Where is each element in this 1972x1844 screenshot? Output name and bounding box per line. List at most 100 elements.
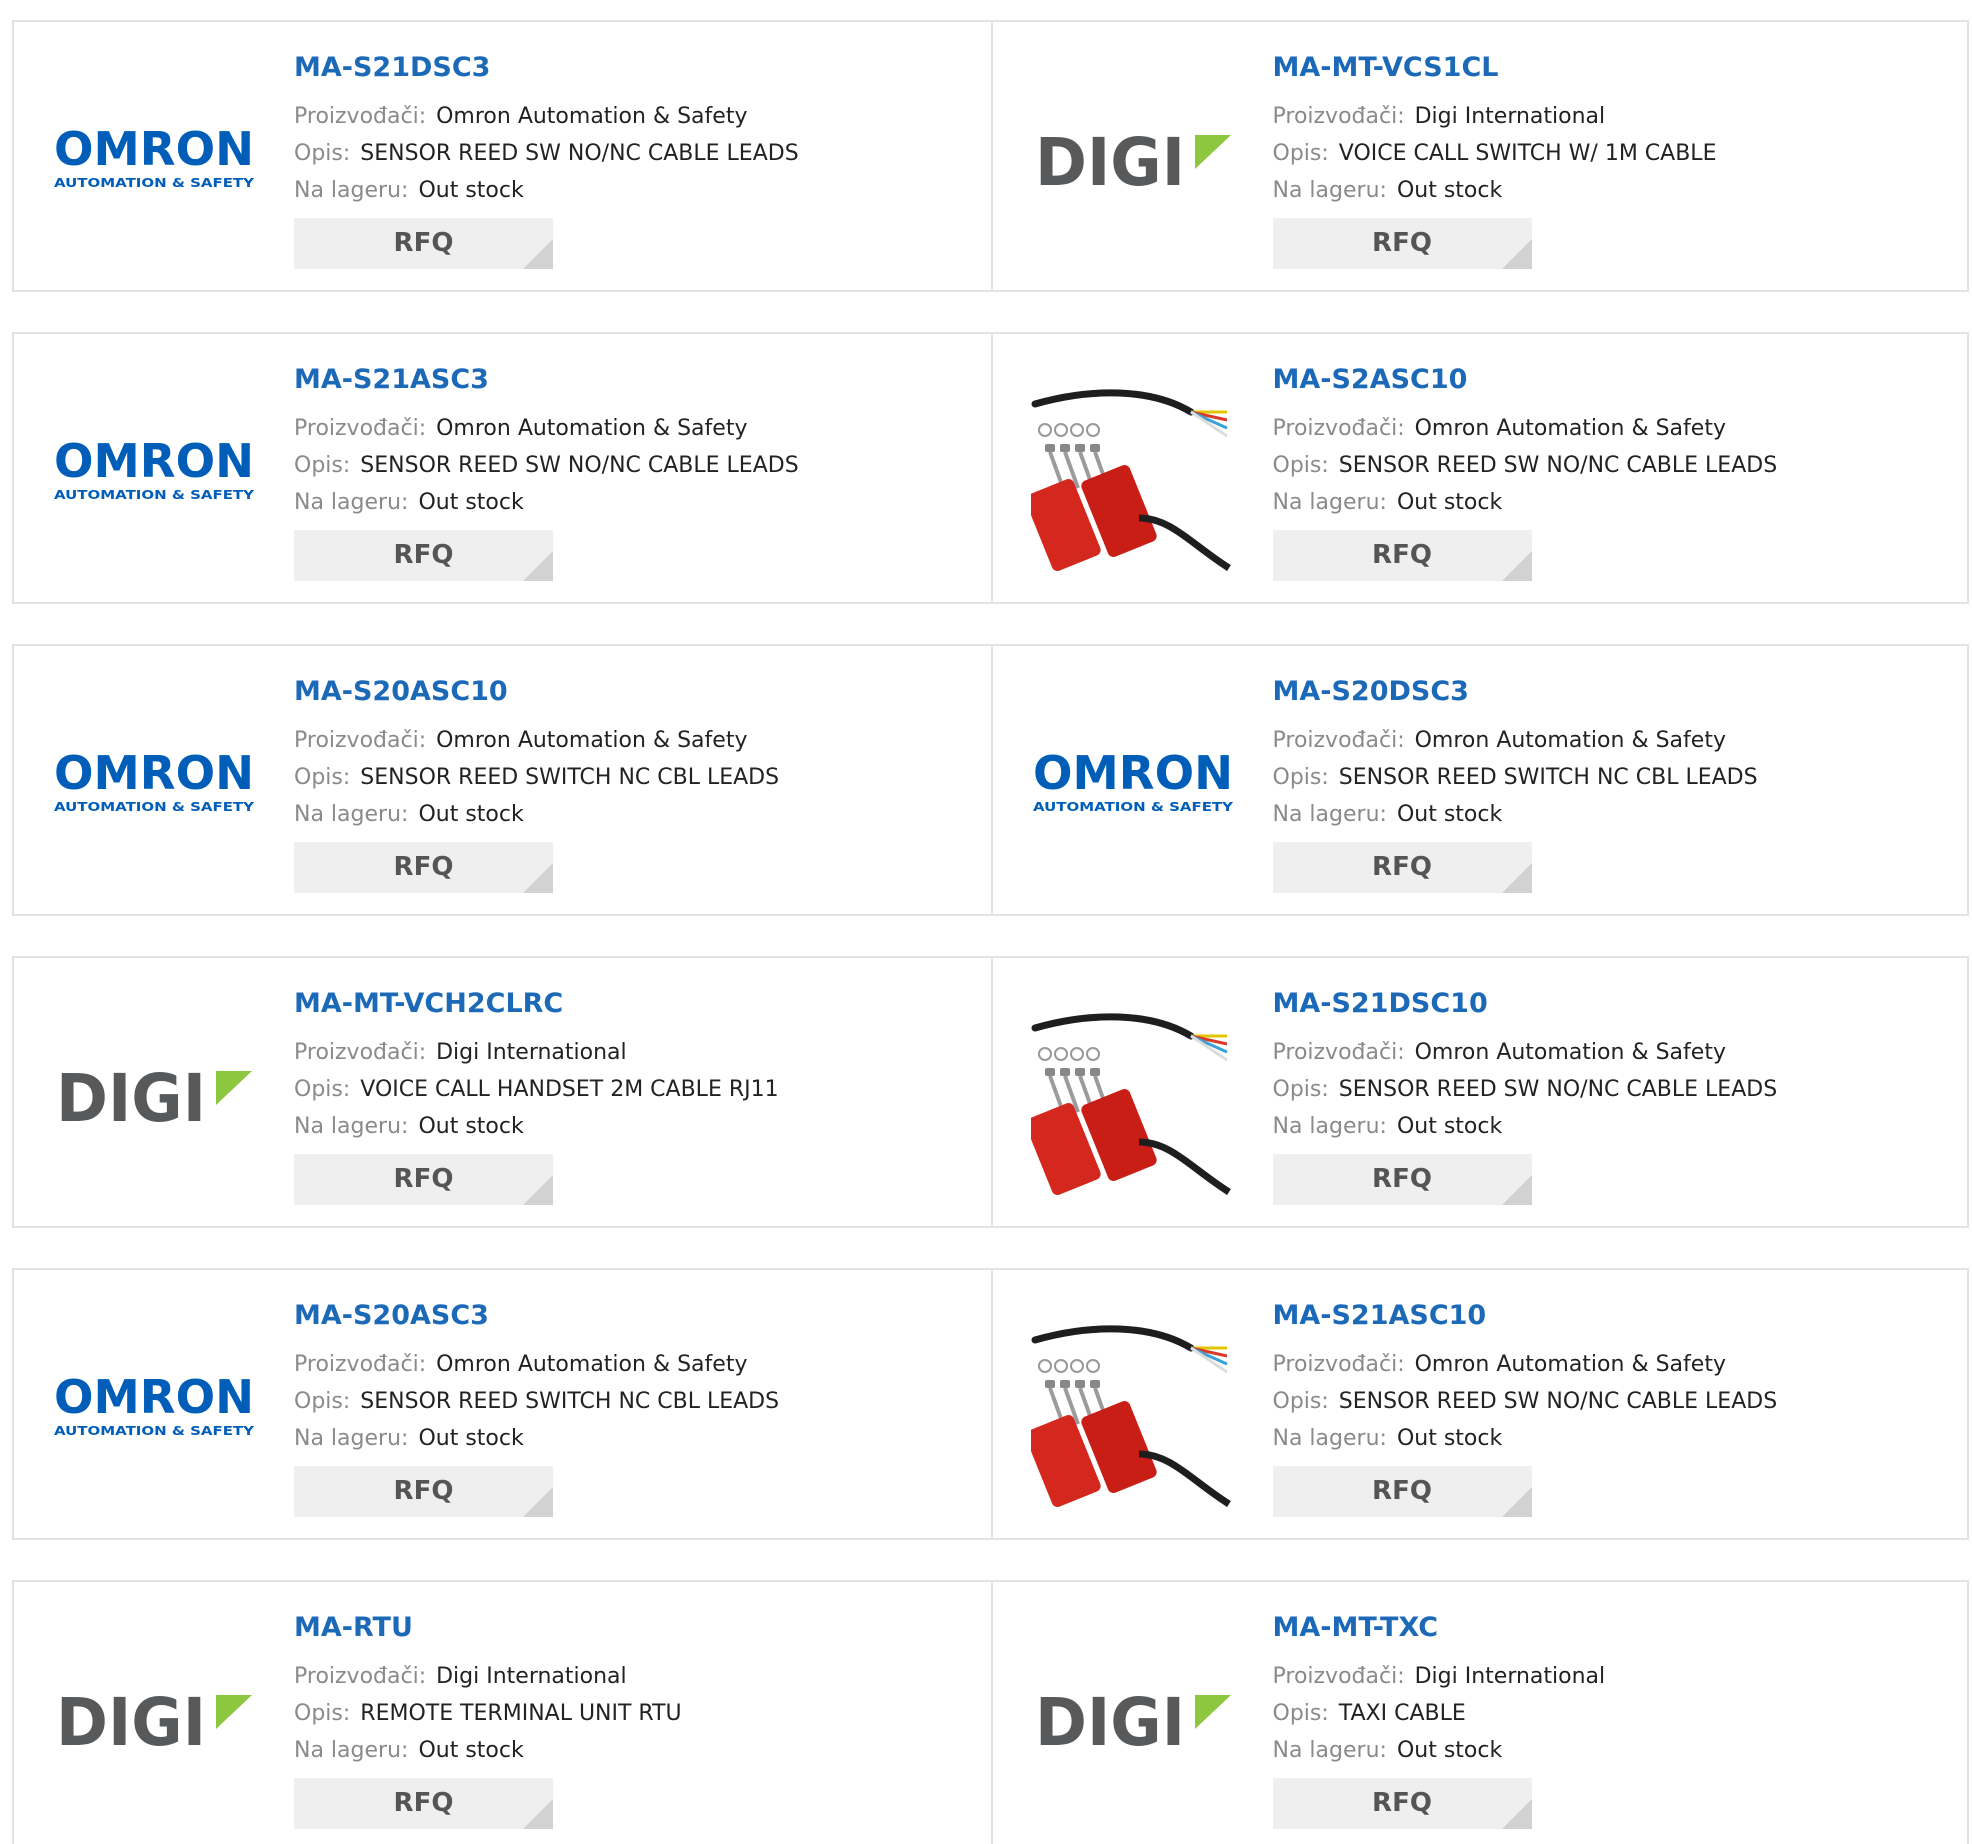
omron-logo[interactable]: OMRON AUTOMATION & SAFETY [1031,680,1235,884]
corner-triangle-icon [1501,551,1532,581]
omron-logo[interactable]: OMRON AUTOMATION & SAFETY [52,56,256,260]
product-card: MA-S2ASC10 Proizvođači: Omron Automation … [990,334,1968,602]
rfq-button[interactable]: RFQ [294,218,553,269]
product-info: MA-S20DSC3 Proizvođači: Omron Automation … [1272,674,1758,893]
product-info: MA-MT-VCH2CLRC Proizvođači: Digi Internat… [294,986,779,1205]
manufacturer-label: Proizvođači: [294,416,427,441]
part-number-link[interactable]: MA-S21ASC10 [1273,1298,1778,1346]
description-value: SENSOR REED SW NO/NC CABLE LEADS [1338,453,1778,478]
product-card: OMRON AUTOMATION & SAFETY MA-S20ASC3 Proi… [14,1270,991,1538]
rfq-button[interactable]: RFQ [294,530,553,581]
svg-text:AUTOMATION & SAFETY: AUTOMATION & SAFETY [54,176,254,190]
digi-logo[interactable]: DIGI [52,992,256,1196]
description-value: SENSOR REED SW NO/NC CABLE LEADS [1338,1389,1778,1414]
product-card: DIGI MA-MT-TXC Proizvođači: Digi Internat… [990,1582,1968,1844]
svg-text:OMRON: OMRON [54,123,254,176]
part-number-link[interactable]: MA-MT-TXC [1273,1610,1606,1658]
rfq-button[interactable]: RFQ [1272,1778,1532,1829]
part-number-link[interactable]: MA-S20ASC3 [294,1298,779,1346]
manufacturer-value: Digi International [1414,1664,1606,1689]
rfq-button[interactable]: RFQ [294,842,553,893]
manufacturer-label: Proizvođači: [1272,1352,1405,1377]
stock-label: Na lageru: [1272,1114,1387,1139]
omron-logo[interactable]: OMRON AUTOMATION & SAFETY [52,368,256,572]
product-card: OMRON AUTOMATION & SAFETY MA-S21DSC3 Proi… [14,22,991,290]
corner-triangle-icon [523,1799,553,1829]
part-number-link[interactable]: MA-S20ASC10 [294,674,779,722]
rfq-button[interactable]: RFQ [1272,530,1532,581]
digi-logo[interactable]: DIGI [1031,56,1235,260]
rfq-button[interactable]: RFQ [1272,842,1532,893]
manufacturer-label: Proizvođači: [1272,416,1405,441]
part-number-link[interactable]: MA-S20DSC3 [1273,674,1758,722]
stock-line: Na lageru: Out stock [294,1108,779,1145]
rfq-button[interactable]: RFQ [1272,1154,1532,1205]
manufacturer-line: Proizvođači: Digi International [1273,98,1717,135]
description-label: Opis: [1272,765,1329,790]
manufacturer-value: Digi International [1414,104,1606,129]
manufacturer-value: Omron Automation & Safety [1414,416,1726,441]
rfq-label: RFQ [1372,228,1432,258]
part-number-link[interactable]: MA-MT-VCH2CLRC [294,986,779,1034]
product-row: OMRON AUTOMATION & SAFETY MA-S20ASC3 Proi… [12,1268,1969,1540]
manufacturer-value: Omron Automation & Safety [436,416,748,441]
rfq-button[interactable]: RFQ [294,1154,553,1205]
manufacturer-label: Proizvođači: [294,104,427,129]
part-number-link[interactable]: MA-RTU [294,1610,682,1658]
stock-value: Out stock [418,1738,524,1763]
description-line: Opis: SENSOR REED SW NO/NC CABLE LEADS [294,447,799,484]
description-line: Opis: TAXI CABLE [1273,1695,1606,1732]
svg-text:AUTOMATION & SAFETY: AUTOMATION & SAFETY [1033,800,1233,814]
svg-text:AUTOMATION & SAFETY: AUTOMATION & SAFETY [54,488,254,502]
omron-logo[interactable]: OMRON AUTOMATION & SAFETY [52,680,256,884]
svg-text:DIGI: DIGI [1035,1684,1185,1753]
product-info: MA-S21DSC3 Proizvođači: Omron Automation … [294,50,799,269]
sensor-product-image[interactable] [1030,992,1235,1196]
stock-value: Out stock [1396,178,1503,203]
stock-line: Na lageru: Out stock [294,172,799,209]
manufacturer-value: Omron Automation & Safety [1414,1352,1726,1377]
manufacturer-value: Digi International [436,1040,627,1065]
rfq-label: RFQ [393,1476,454,1506]
stock-value: Out stock [418,490,524,515]
sensor-product-image[interactable] [1030,1304,1235,1508]
description-line: Opis: REMOTE TERMINAL UNIT RTU [294,1695,682,1732]
svg-text:OMRON: OMRON [54,435,254,488]
part-number-link[interactable]: MA-S21ASC3 [294,362,799,410]
description-value: SENSOR REED SWITCH NC CBL LEADS [360,1389,780,1414]
stock-label: Na lageru: [294,490,409,515]
manufacturer-label: Proizvođači: [294,1040,427,1065]
description-line: Opis: SENSOR REED SW NO/NC CABLE LEADS [294,135,799,172]
product-card: DIGI MA-RTU Proizvođači: Digi Internation… [14,1582,991,1844]
part-number-link[interactable]: MA-MT-VCS1CL [1273,50,1717,98]
part-number-link[interactable]: MA-S21DSC3 [294,50,799,98]
stock-label: Na lageru: [294,178,409,203]
description-value: SENSOR REED SW NO/NC CABLE LEADS [1338,1077,1778,1102]
manufacturer-label: Proizvođači: [1272,1040,1405,1065]
svg-text:OMRON: OMRON [1033,747,1233,800]
rfq-label: RFQ [1372,1788,1432,1818]
manufacturer-value: Omron Automation & Safety [436,1352,748,1377]
omron-logo[interactable]: OMRON AUTOMATION & SAFETY [52,1304,256,1508]
part-number-link[interactable]: MA-S21DSC10 [1273,986,1778,1034]
stock-value: Out stock [418,178,524,203]
corner-triangle-icon [1501,1487,1532,1517]
part-number-link[interactable]: MA-S2ASC10 [1273,362,1778,410]
rfq-button[interactable]: RFQ [294,1466,553,1517]
digi-logo[interactable]: DIGI [1031,1616,1235,1820]
digi-logo[interactable]: DIGI [52,1616,256,1820]
rfq-button[interactable]: RFQ [294,1778,553,1829]
corner-triangle-icon [1501,1175,1532,1205]
manufacturer-line: Proizvođači: Digi International [294,1034,779,1071]
svg-text:DIGI: DIGI [56,1060,206,1129]
description-line: Opis: SENSOR REED SW NO/NC CABLE LEADS [1273,447,1778,484]
description-value: REMOTE TERMINAL UNIT RTU [360,1701,682,1726]
sensor-product-image[interactable] [1030,368,1235,572]
stock-label: Na lageru: [1272,490,1387,515]
description-value: SENSOR REED SW NO/NC CABLE LEADS [360,141,799,166]
rfq-button[interactable]: RFQ [1272,1466,1532,1517]
product-card: OMRON AUTOMATION & SAFETY MA-S21ASC3 Proi… [14,334,991,602]
description-label: Opis: [294,141,351,166]
product-info: MA-S21ASC3 Proizvođači: Omron Automation … [294,362,799,581]
rfq-button[interactable]: RFQ [1272,218,1532,269]
